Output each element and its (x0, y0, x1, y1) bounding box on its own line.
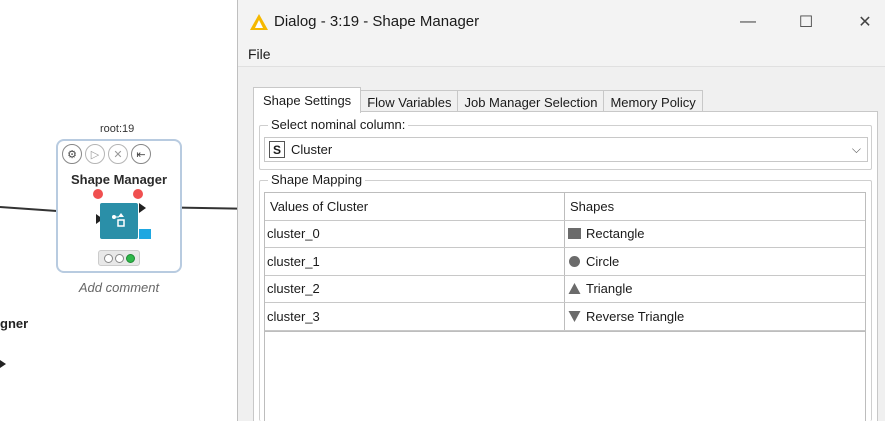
output-port[interactable] (139, 203, 146, 213)
shape-mapping-group-label: Shape Mapping (268, 172, 366, 187)
table-row[interactable]: cluster_3 Reverse Triangle (265, 303, 865, 331)
tab-shape-settings[interactable]: Shape Settings (253, 87, 362, 113)
row-shape-label: Rectangle (586, 226, 645, 242)
column-header-shapes[interactable]: Shapes (565, 193, 865, 220)
node-title: Shape Manager (70, 172, 168, 187)
status-dot-yellow (114, 253, 124, 263)
circle-icon (567, 254, 582, 269)
triangle-icon (567, 281, 582, 296)
node-status-indicator (98, 250, 140, 266)
dialog-titlebar[interactable]: Dialog - 3:19 - Shape Manager — ☐ ✕ (238, 0, 885, 44)
reverse-triangle-icon (567, 309, 582, 324)
menu-bar: File (238, 44, 885, 66)
tab-flow-variables[interactable]: Flow Variables (360, 90, 459, 113)
nominal-column-select[interactable]: S Cluster ⌵ (264, 137, 868, 162)
configure-icon[interactable]: ⚙ (62, 144, 82, 164)
status-dot-green (125, 253, 135, 263)
execute-icon[interactable]: ▷ (85, 144, 105, 164)
row-shape-cell[interactable]: Reverse Triangle (565, 303, 865, 330)
workflow-canvas[interactable]: root:19 ⚙ ▷ ✕ ⇤ Shape Manager Add commen… (0, 0, 245, 421)
add-comment-label[interactable]: Add comment (56, 280, 182, 295)
partial-node-label: gner (0, 316, 29, 331)
row-shape-label: Triangle (586, 281, 633, 297)
close-button[interactable]: ✕ (853, 10, 877, 34)
chevron-down-icon[interactable]: ⌵ (852, 142, 861, 157)
menu-file[interactable]: File (248, 46, 271, 62)
knime-warning-icon (250, 14, 268, 30)
shape-manager-icon[interactable] (100, 203, 151, 239)
node-id-label: root:19 (100, 123, 135, 135)
tab-memory-policy[interactable]: Memory Policy (603, 90, 703, 113)
dialog-title: Dialog - 3:19 - Shape Manager (274, 13, 480, 30)
tab-job-manager-selection[interactable]: Job Manager Selection (457, 90, 605, 113)
nominal-column-group-label: Select nominal column: (268, 117, 409, 132)
status-dot-red (103, 253, 113, 263)
table-header-row: Values of Cluster Shapes (265, 193, 865, 221)
minimize-button[interactable]: — (736, 10, 760, 34)
shapes-glyph-icon (112, 213, 125, 227)
output-port-status-dot (133, 189, 143, 199)
shape-port-badge (139, 229, 151, 239)
row-value: cluster_0 (265, 220, 565, 247)
partial-node-port[interactable] (0, 360, 6, 368)
rectangle-icon (567, 226, 582, 241)
table-row[interactable]: cluster_2 Triangle (265, 275, 865, 303)
row-shape-cell[interactable]: Circle (565, 248, 865, 275)
row-value: cluster_3 (265, 303, 565, 330)
nominal-column-value: Cluster (291, 142, 333, 157)
row-value: cluster_2 (265, 275, 565, 302)
row-value: cluster_1 (265, 248, 565, 275)
input-port-status-dot (93, 189, 103, 199)
node-action-bar: ⚙ ▷ ✕ ⇤ (62, 144, 151, 164)
row-shape-cell[interactable]: Rectangle (565, 221, 865, 248)
row-shape-cell[interactable]: Triangle (565, 276, 865, 303)
menu-divider (238, 66, 885, 67)
table-row[interactable]: cluster_0 Rectangle (265, 220, 865, 248)
table-row[interactable]: cluster_1 Circle (265, 248, 865, 276)
tab-bar: Shape Settings Flow Variables Job Manage… (253, 87, 703, 113)
row-shape-label: Reverse Triangle (586, 308, 685, 324)
string-type-icon: S (269, 141, 285, 158)
reset-icon[interactable]: ⇤ (131, 144, 151, 164)
maximize-button[interactable]: ☐ (794, 10, 818, 34)
row-shape-label: Circle (586, 253, 620, 269)
shape-mapping-table: Values of Cluster Shapes cluster_0 Recta… (264, 192, 866, 332)
column-header-values[interactable]: Values of Cluster (265, 193, 565, 220)
cancel-icon[interactable]: ✕ (108, 144, 128, 164)
